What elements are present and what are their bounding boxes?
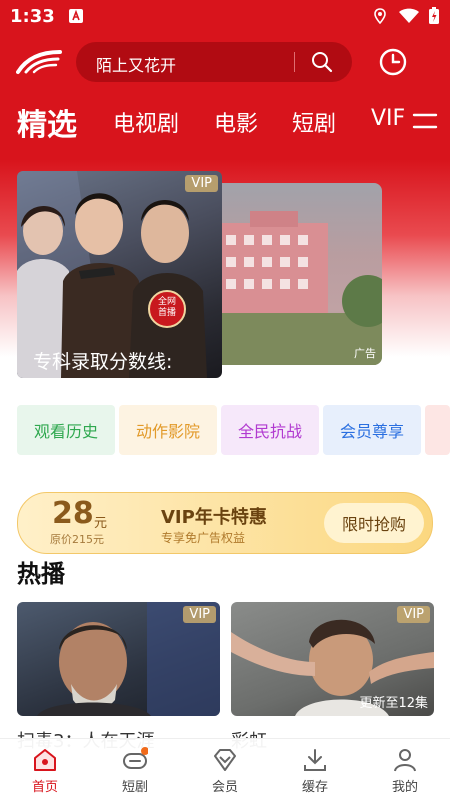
section-title-hot: 热播 <box>17 560 65 588</box>
menu-icon[interactable] <box>412 110 438 132</box>
tab-movies[interactable]: 电影 <box>214 106 258 138</box>
quick-entry-label: 动作影院 <box>135 422 200 441</box>
update-status: 更新至12集 <box>359 696 428 711</box>
app-notification-icon <box>69 9 83 23</box>
vip-price: 28 <box>52 496 94 531</box>
buy-button-label: 限时抢购 <box>341 515 406 534</box>
nav-profile[interactable]: 我的 <box>360 739 450 798</box>
short-drama-icon <box>123 747 148 769</box>
battery-icon <box>429 7 439 24</box>
limited-time-buy-button[interactable]: 限时抢购 <box>324 503 424 543</box>
vip-badge: VIP <box>183 606 216 623</box>
quick-entry-label: 会员尊享 <box>339 422 404 441</box>
banner-slide-featured[interactable]: VIP 全网首播 专科录取分数线: <box>17 171 222 378</box>
vip-promo-card[interactable]: 28 元 原价215元 VIP年卡特惠 专享免广告权益 限时抢购 <box>17 492 433 554</box>
quick-entry-label: 观看历史 <box>33 422 98 441</box>
quick-entry-next[interactable] <box>425 405 450 455</box>
download-icon <box>304 749 326 771</box>
vip-price-unit: 元 <box>94 516 108 531</box>
nav-home[interactable]: 首页 <box>0 739 90 798</box>
vip-promo-subtitle: 专享免广告权益 <box>161 531 246 545</box>
vip-promo-title: VIP年卡特惠 <box>161 507 267 528</box>
nav-download[interactable]: 缓存 <box>270 739 360 798</box>
history-clock-icon[interactable] <box>378 47 408 77</box>
nav-label: 短剧 <box>121 780 148 795</box>
quick-entry-action-cinema[interactable]: 动作影院 <box>119 405 217 455</box>
vip-badge: VIP <box>397 606 430 623</box>
quick-entry-history[interactable]: 观看历史 <box>17 405 115 455</box>
tab-tv-series[interactable]: 电视剧 <box>113 106 179 138</box>
status-time: 1:33 <box>10 6 55 27</box>
search-bar[interactable]: 陌上又花开 <box>76 42 352 82</box>
video-card[interactable]: VIP 更新至12集 <box>231 602 434 716</box>
vip-badge: VIP <box>185 175 218 192</box>
nav-label: 我的 <box>391 780 418 795</box>
tab-featured[interactable]: 精选 <box>17 100 77 144</box>
tab-short-drama[interactable]: 短剧 <box>292 106 336 138</box>
location-icon <box>374 8 386 24</box>
search-divider <box>294 52 295 72</box>
quick-entry-war-drama[interactable]: 全民抗战 <box>221 405 319 455</box>
premiere-stamp: 全网首播 <box>157 297 176 318</box>
status-bar: 1:33 <box>0 0 450 34</box>
app-logo <box>16 50 62 74</box>
tab-vip[interactable]: VIF <box>371 106 405 131</box>
wifi-icon <box>399 8 419 23</box>
banner-caption: 专科录取分数线: <box>33 351 173 373</box>
profile-icon <box>394 749 416 772</box>
nav-label: 首页 <box>31 780 58 795</box>
home-icon <box>34 749 56 771</box>
quick-entry-member[interactable]: 会员尊享 <box>323 405 421 455</box>
nav-label: 会员 <box>211 780 238 795</box>
video-card[interactable]: VIP <box>17 602 220 716</box>
nav-label: 缓存 <box>301 780 328 795</box>
bottom-nav: 首页 短剧 会员 缓存 我的 <box>0 738 450 798</box>
quick-entry-label: 全民抗战 <box>237 422 302 441</box>
search-placeholder: 陌上又花开 <box>96 56 177 75</box>
nav-short-drama[interactable]: 短剧 <box>90 739 180 798</box>
search-icon[interactable] <box>310 50 334 74</box>
ad-label: 广告 <box>354 347 376 360</box>
nav-member[interactable]: 会员 <box>180 739 270 798</box>
vip-original-price: 原价215元 <box>50 533 104 546</box>
member-diamond-icon <box>214 749 236 771</box>
